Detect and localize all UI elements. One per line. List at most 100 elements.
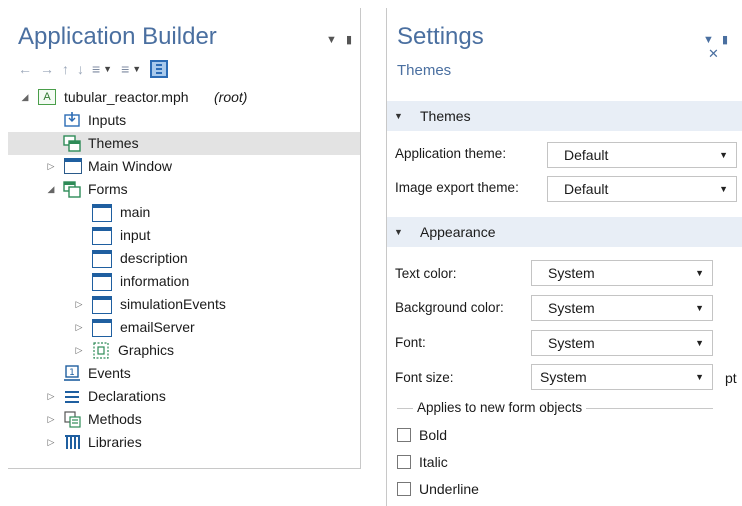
tree-item-label: Inputs — [88, 112, 127, 128]
bold-checkbox-row[interactable]: Bold — [397, 425, 447, 445]
panel-title: Settings — [397, 23, 484, 50]
chevron-down-icon[interactable]: ▼ — [326, 34, 337, 46]
tree-item-main-window[interactable]: ▷ Main Window — [8, 155, 360, 178]
tree-item-label: simulationEvents — [120, 296, 226, 312]
background-color-select[interactable]: System ▼ — [531, 295, 713, 321]
background-color-label: Background color: — [395, 300, 504, 315]
form-icon — [92, 204, 112, 222]
form-icon — [92, 227, 112, 245]
libraries-icon — [65, 435, 80, 449]
checkbox-label: Underline — [419, 481, 479, 497]
tree-item-label: Graphics — [118, 342, 175, 358]
font-select[interactable]: System ▼ — [531, 330, 713, 356]
select-value: System — [548, 300, 595, 316]
close-icon[interactable]: ✕ — [708, 46, 719, 61]
tree-item-form-email-server[interactable]: ▷ emailServer — [8, 316, 360, 339]
tree-toolbar: ← → ↑ ↓ ≡ ▼ ≡ ▼ — [18, 58, 169, 80]
underline-checkbox[interactable] — [397, 482, 411, 496]
expand-arrow-icon[interactable]: ▷ — [74, 293, 84, 316]
expand-arrow-icon[interactable]: ▷ — [74, 339, 84, 362]
bold-checkbox[interactable] — [397, 428, 411, 442]
image-export-theme-label: Image export theme: — [395, 180, 519, 195]
application-tree: ◢ A tubular_reactor.mph (root) Inputs Th… — [8, 86, 360, 454]
italic-checkbox-row[interactable]: Italic — [397, 452, 448, 472]
expand-arrow-icon[interactable]: ▷ — [46, 431, 56, 454]
tree-item-label: information — [120, 273, 190, 289]
arrow-up-icon[interactable]: ↑ — [62, 59, 69, 79]
collapse-arrow-icon: ▼ — [394, 111, 403, 121]
checkbox-label: Italic — [419, 454, 448, 470]
tree-item-inputs[interactable]: Inputs — [8, 109, 360, 132]
chevron-down-icon: ▼ — [695, 303, 704, 313]
chevron-down-icon: ▼ — [719, 150, 728, 160]
inputs-icon — [64, 112, 80, 127]
chevron-down-icon: ▼ — [719, 184, 728, 194]
form-icon — [92, 250, 112, 268]
svg-text:1: 1 — [69, 368, 75, 378]
underline-checkbox-row[interactable]: Underline — [397, 479, 479, 499]
arrow-right-icon[interactable]: → — [40, 59, 54, 79]
tree-item-label: Libraries — [88, 434, 142, 450]
image-export-theme-select[interactable]: Default ▼ — [547, 176, 737, 202]
arrow-left-icon[interactable]: ← — [18, 59, 32, 79]
pin-icon[interactable]: ▮ — [722, 34, 728, 46]
form-icon — [92, 319, 112, 337]
font-size-label: Font size: — [395, 370, 454, 385]
graphics-icon — [93, 342, 109, 359]
window-icon — [64, 158, 82, 174]
combobox-value: System — [540, 369, 587, 385]
chevron-down-icon[interactable]: ▼ — [695, 365, 704, 389]
panel-title-buttons: ▼ ▮ ✕ — [703, 33, 742, 62]
section-header-label: Appearance — [420, 224, 496, 240]
expand-arrow-icon[interactable]: ▷ — [74, 316, 84, 339]
collapse-arrow-icon: ▼ — [394, 227, 403, 237]
collapse-arrow-icon[interactable]: ◢ — [46, 178, 56, 201]
expand-arrow-icon[interactable]: ▷ — [46, 155, 56, 178]
chevron-down-icon: ▼ — [695, 338, 704, 348]
select-value: System — [548, 265, 595, 281]
section-header-label: Themes — [420, 108, 471, 124]
section-header-appearance[interactable]: ▼ Appearance — [387, 217, 742, 247]
settings-panel-icon[interactable] — [150, 60, 169, 78]
collapse-arrow-icon[interactable]: ◢ — [20, 86, 30, 109]
italic-checkbox[interactable] — [397, 455, 411, 469]
sort-up-icon[interactable]: ≡ — [92, 59, 100, 79]
expand-arrow-icon[interactable]: ▷ — [46, 408, 56, 431]
tree-item-form-description[interactable]: description — [8, 247, 360, 270]
tree-item-methods[interactable]: ▷ Methods — [8, 408, 360, 431]
tree-item-themes[interactable]: Themes — [8, 132, 360, 155]
tree-item-label: emailServer — [120, 319, 195, 335]
select-value: System — [548, 335, 595, 351]
sort-down-icon[interactable]: ≡ — [121, 59, 129, 79]
tree-item-form-main[interactable]: main — [8, 201, 360, 224]
tree-item-events[interactable]: 1 Events — [8, 362, 360, 385]
tree-item-label: Forms — [88, 181, 128, 197]
chevron-down-icon[interactable]: ▼ — [103, 64, 112, 74]
tree-item-label: Events — [88, 365, 131, 381]
section-header-themes[interactable]: ▼ Themes — [387, 101, 742, 131]
tree-item-label: Declarations — [88, 388, 166, 404]
panel-title: Application Builder — [18, 23, 217, 50]
tree-item-forms[interactable]: ◢ Forms — [8, 178, 360, 201]
chevron-down-icon[interactable]: ▼ — [132, 64, 141, 74]
tree-item-declarations[interactable]: ▷ Declarations — [8, 385, 360, 408]
group-label: Applies to new form objects — [413, 400, 587, 415]
tree-root[interactable]: ◢ A tubular_reactor.mph (root) — [8, 86, 360, 109]
panel-title-buttons: ▼ ▮ — [326, 33, 352, 46]
tree-item-graphics[interactable]: ▷ Graphics — [8, 339, 360, 362]
font-label: Font: — [395, 335, 426, 350]
text-color-select[interactable]: System ▼ — [531, 260, 713, 286]
arrow-down-icon[interactable]: ↓ — [77, 59, 84, 79]
tree-item-form-input[interactable]: input — [8, 224, 360, 247]
tree-item-form-simulation-events[interactable]: ▷ simulationEvents — [8, 293, 360, 316]
tree-item-form-information[interactable]: information — [8, 270, 360, 293]
chevron-down-icon[interactable]: ▼ — [703, 34, 714, 46]
application-theme-select[interactable]: Default ▼ — [547, 142, 737, 168]
chevron-down-icon: ▼ — [695, 268, 704, 278]
tree-item-libraries[interactable]: ▷ Libraries — [8, 431, 360, 454]
application-builder-panel: Application Builder ▼ ▮ ← → ↑ ↓ ≡ ▼ ≡ ▼ … — [8, 8, 361, 469]
tree-item-label: main — [120, 204, 151, 220]
font-size-combobox[interactable]: System ▼ — [531, 364, 713, 390]
expand-arrow-icon[interactable]: ▷ — [46, 385, 56, 408]
pin-icon[interactable]: ▮ — [346, 34, 352, 46]
